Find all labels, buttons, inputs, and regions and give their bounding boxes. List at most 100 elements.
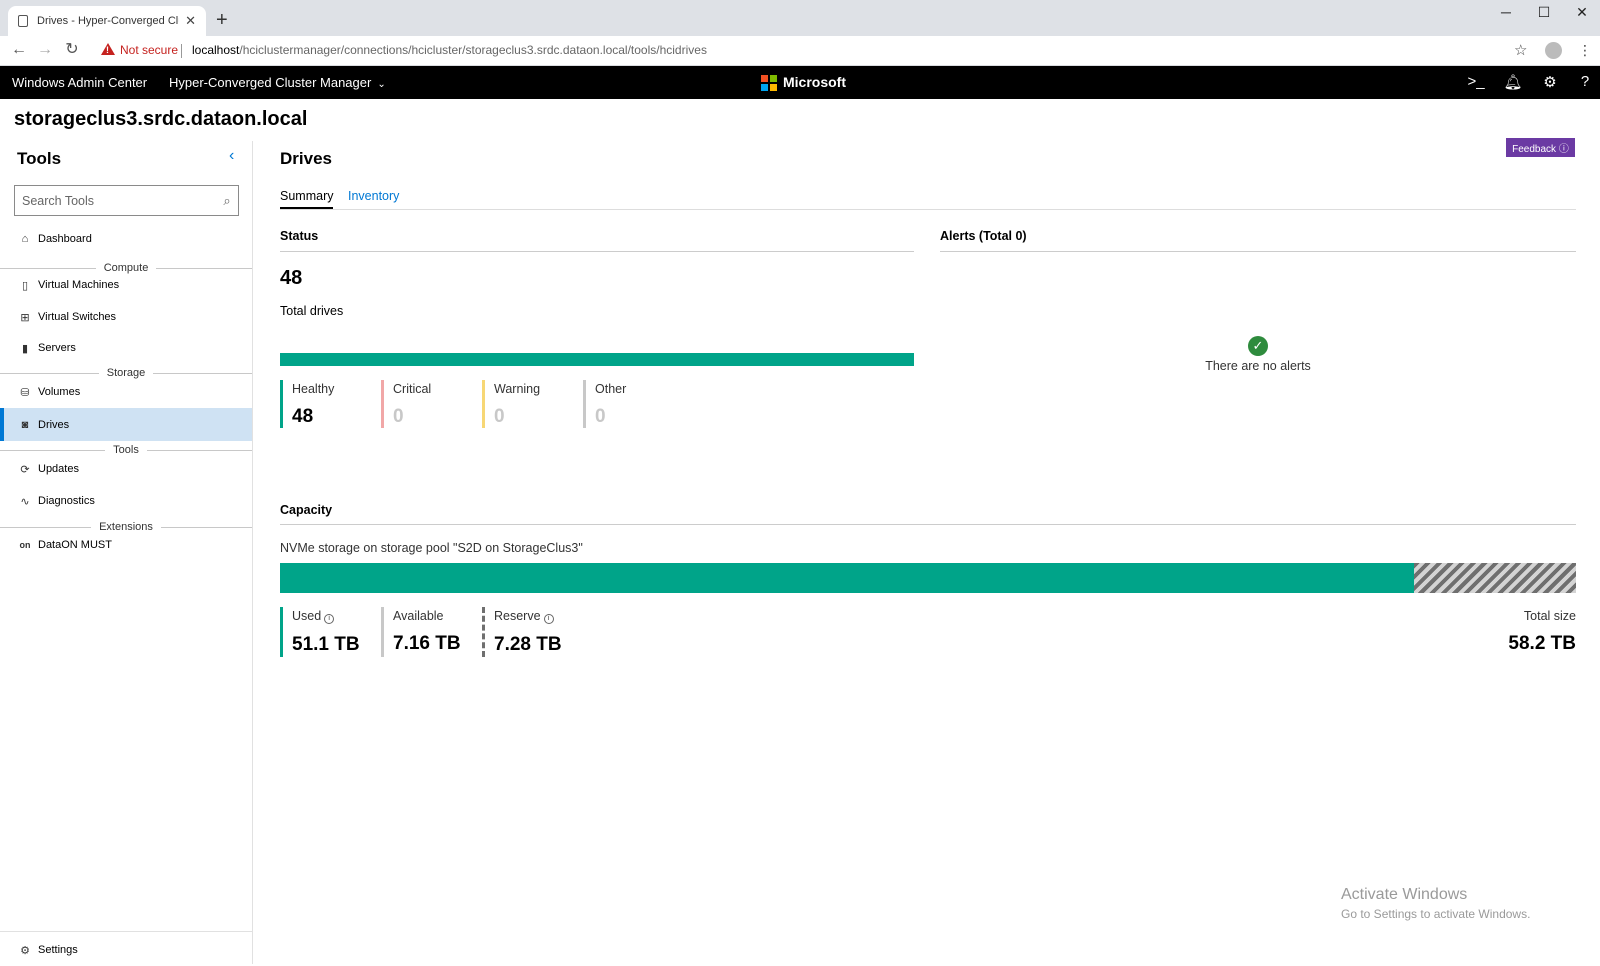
url-path: /hciclustermanager/connections/hcicluste… <box>239 43 707 57</box>
powershell-icon[interactable]: >_ <box>1466 73 1486 90</box>
info-icon[interactable]: i <box>543 614 554 624</box>
sidebar-item-updates[interactable]: ⟳ Updates <box>0 453 252 485</box>
storage-pool-label: NVMe storage on storage pool "S2D on Sto… <box>280 541 583 555</box>
settings-gear-icon[interactable]: ⚙ <box>1540 73 1560 91</box>
sidebar-item-settings[interactable]: ⚙ Settings <box>0 934 252 966</box>
new-tab-icon[interactable]: + <box>216 8 228 32</box>
alerts-heading: Alerts (Total 0) <box>940 229 1027 243</box>
page-title: Drives <box>280 149 332 168</box>
dataon-icon: on <box>19 540 31 550</box>
stat-label: Other <box>595 382 627 396</box>
stat-value: 0 <box>494 406 505 427</box>
capacity-total-label: Total size <box>1523 609 1576 623</box>
capacity-available: Available 7.16 TB <box>381 607 461 657</box>
sidebar-item-diagnostics[interactable]: ∿ Diagnostics <box>0 485 252 517</box>
stat-critical: Critical 0 <box>381 380 431 428</box>
bookmark-star-icon[interactable]: ☆ <box>1514 41 1527 59</box>
connection-title: storageclus3.srdc.dataon.local <box>14 108 308 130</box>
home-icon: ⌂ <box>21 233 29 245</box>
checkmark-icon: ✓ <box>1248 336 1268 356</box>
address-bar[interactable]: localhost/hciclustermanager/connections/… <box>192 43 707 57</box>
server-icon: ▮ <box>21 342 29 355</box>
app-name[interactable]: Windows Admin Center <box>12 75 147 90</box>
search-placeholder: Search Tools <box>22 193 95 208</box>
sidebar-title: Tools <box>17 149 62 168</box>
sidebar-item-label: Servers <box>38 342 76 354</box>
capacity-reserve-label: Reserve <box>494 609 541 623</box>
volume-icon: ⛁ <box>20 386 30 399</box>
chevron-down-icon: ⌄ <box>377 79 386 90</box>
sidebar-item-label: Drives <box>38 418 70 431</box>
sidebar-item-label: Volumes <box>38 386 81 398</box>
sidebar-item-dataon-must[interactable]: on DataON MUST <box>0 529 252 561</box>
stat-label: Critical <box>393 382 432 396</box>
watermark-line2: Go to Settings to activate Windows. <box>1341 907 1531 921</box>
sidebar-item-label: Settings <box>38 944 78 956</box>
info-icon[interactable]: i <box>324 614 335 624</box>
capacity-total: Total size 58.2 TB <box>1420 609 1576 655</box>
sidebar-item-label: Virtual Machines <box>38 279 120 291</box>
stat-value: 0 <box>595 406 606 427</box>
stat-value: 0 <box>393 406 404 427</box>
search-icon[interactable]: ⌕ <box>216 193 238 209</box>
alerts-divider <box>940 251 1576 252</box>
capacity-used-label: Used <box>292 609 322 623</box>
tab-inventory[interactable]: Inventory <box>348 189 399 203</box>
browser-menu-icon[interactable]: ⋮ <box>1578 42 1592 59</box>
capacity-reserve: Reserve i 7.28 TB <box>482 607 562 657</box>
maximize-icon[interactable]: ☐ <box>1530 4 1558 21</box>
tab-summary[interactable]: Summary <box>280 189 334 209</box>
stat-warning: Warning 0 <box>482 380 540 428</box>
collapse-sidebar-icon[interactable]: ‹ <box>229 147 234 165</box>
back-icon[interactable]: ← <box>8 40 30 60</box>
capacity-total-value: 58.2 TB <box>1508 633 1576 654</box>
gear-icon: ⚙ <box>20 944 30 957</box>
sidebar-item-virtual-switches[interactable]: ⊞ Virtual Switches <box>0 301 252 333</box>
sidebar-item-drives[interactable]: ◙ Drives <box>0 408 252 441</box>
sidebar-item-label: Diagnostics <box>38 495 95 507</box>
capacity-heading: Capacity <box>280 503 333 517</box>
stat-label: Healthy <box>292 382 335 396</box>
stat-label: Warning <box>494 382 541 396</box>
stethoscope-icon: ∿ <box>20 495 30 508</box>
minimize-icon[interactable]: ─ <box>1492 4 1520 20</box>
sidebar-item-volumes[interactable]: ⛁ Volumes <box>0 376 252 408</box>
capacity-available-label: Available <box>393 609 444 623</box>
help-icon[interactable]: ? <box>1575 73 1595 90</box>
reload-icon[interactable]: ↻ <box>61 40 83 60</box>
capacity-bar <box>280 563 1576 593</box>
sidebar-item-label: Dashboard <box>38 233 92 245</box>
capacity-divider <box>280 524 1576 525</box>
browser-tab[interactable]: Drives - Hyper-Converged Cluste ✕ <box>8 6 206 36</box>
forward-icon[interactable]: → <box>34 40 56 60</box>
tools-sidebar: Tools ‹ Search Tools ⌕ ⌂ Dashboard Compu… <box>0 141 253 964</box>
sidebar-item-dashboard[interactable]: ⌂ Dashboard <box>0 223 252 255</box>
window-close-icon[interactable]: ✕ <box>1568 4 1596 21</box>
drive-icon: ◙ <box>21 418 29 431</box>
status-heading: Status <box>280 229 319 243</box>
browser-tabstrip: Drives - Hyper-Converged Cluste ✕ + ─ ☐ … <box>0 0 1600 36</box>
microsoft-logo-icon <box>761 75 777 91</box>
notifications-bell-icon[interactable]: 🔔︎ <box>1503 73 1523 91</box>
search-tools-input[interactable]: Search Tools ⌕ <box>14 185 239 216</box>
security-status[interactable]: Not secure <box>120 43 178 57</box>
drive-health-bar <box>280 353 914 366</box>
total-drives-label: Total drives <box>280 304 344 318</box>
vm-icon: ▯ <box>21 279 29 292</box>
close-tab-icon[interactable]: ✕ <box>185 13 196 29</box>
browser-toolbar: ← → ↻ ! Not secure localhost/hciclusterm… <box>0 36 1600 66</box>
tab-bar: Summary Inventory <box>280 187 1576 210</box>
sidebar-footer: ⚙ Settings <box>0 931 252 957</box>
no-alerts-message: There are no alerts <box>1205 359 1311 373</box>
stat-healthy: Healthy 48 <box>280 380 334 428</box>
feedback-button[interactable]: Feedback ⓘ <box>1506 138 1575 157</box>
total-drives-count: 48 <box>280 267 303 289</box>
sidebar-item-label: Updates <box>38 463 79 475</box>
profile-avatar-icon[interactable] <box>1545 42 1562 59</box>
sidebar-item-servers[interactable]: ▮ Servers <box>0 332 252 364</box>
brand-label: Microsoft <box>783 74 846 90</box>
page-favicon-icon <box>18 15 28 27</box>
connection-type-dropdown[interactable]: Hyper-Converged Cluster Manager ⌄ <box>169 75 386 90</box>
sidebar-item-virtual-machines[interactable]: ▯ Virtual Machines <box>0 269 252 301</box>
app-header: Windows Admin Center Hyper-Converged Clu… <box>0 66 1600 99</box>
